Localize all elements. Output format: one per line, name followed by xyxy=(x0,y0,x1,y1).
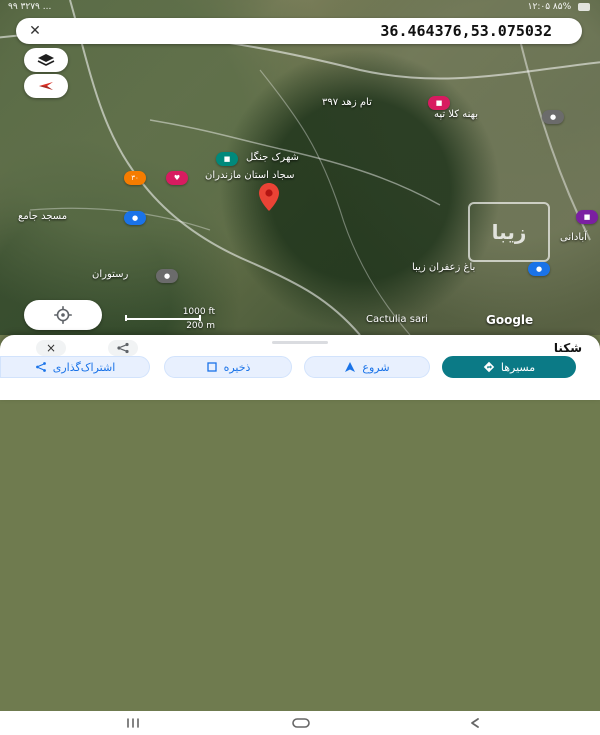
share-action-icon xyxy=(35,361,47,373)
save-pill[interactable]: ذخیره xyxy=(164,356,292,378)
scale-tick-left xyxy=(125,315,127,321)
poi-gray-2[interactable]: ● xyxy=(156,269,178,283)
close-icon[interactable]: ✕ xyxy=(26,22,44,40)
start-label: شروع xyxy=(362,360,390,374)
share-label: اشتراک‌گذاری xyxy=(52,360,116,374)
sheet-handle[interactable] xyxy=(272,341,328,344)
bottom-sheet[interactable]: × شکنا اشتراک‌گذاری xyxy=(0,335,600,735)
poi-pink-1[interactable]: ■ xyxy=(428,96,450,110)
scale-bottom-label: 200 m xyxy=(186,321,215,331)
place-label-7: آبادانی xyxy=(560,232,587,243)
place-label-1: تام زهد ۳۹۷ xyxy=(322,97,372,108)
compass-icon xyxy=(39,82,53,90)
dropped-pin-icon[interactable] xyxy=(258,182,280,212)
google-logo: Google xyxy=(486,313,534,327)
directions-pill[interactable]: مسیرها xyxy=(442,356,576,378)
action-row: اشتراک‌گذاری ذخیره شروع xyxy=(0,356,600,378)
home-icon xyxy=(292,718,310,728)
status-time-battery: ۱۲:۰۵ ۸۵% xyxy=(527,2,572,12)
layers-icon xyxy=(37,54,55,66)
back-button[interactable] xyxy=(462,715,488,731)
watermark: زیبا xyxy=(468,202,550,262)
directions-icon xyxy=(483,361,495,373)
poi-purple-1[interactable]: ■ xyxy=(576,210,598,224)
place-label-3: شهرک جنگل xyxy=(246,152,299,163)
scale-line xyxy=(125,318,201,320)
map-scale: 1000 ft 200 m xyxy=(125,307,215,331)
back-icon xyxy=(471,718,479,728)
place-label-5: مسجد جامع xyxy=(18,211,68,222)
status-left: ۹۹ ۳۲۷۹ ... xyxy=(8,2,52,12)
poi-gray-1[interactable]: ● xyxy=(542,110,564,124)
save-icon xyxy=(206,361,218,373)
system-navigation-bar xyxy=(0,711,600,735)
poi-teal-1[interactable]: ■ xyxy=(216,152,238,166)
place-label-9: Cactulia sari xyxy=(366,314,428,325)
my-location-icon xyxy=(54,306,72,324)
directions-label: مسیرها xyxy=(500,360,536,374)
compass-button[interactable] xyxy=(24,74,68,98)
my-location-button[interactable] xyxy=(24,300,102,330)
sheet-share-button[interactable] xyxy=(108,340,138,356)
search-bar[interactable]: ✕ 36.464376,53.075032 xyxy=(16,18,582,44)
coordinate-search-value: 36.464376,53.075032 xyxy=(380,22,552,40)
save-label: ذخیره xyxy=(223,360,251,374)
share-icon xyxy=(117,342,129,354)
map[interactable]: ۹۹ ۳۲۷۹ ... ۱۲:۰۵ ۸۵% ✕ 36.464376,53.075… xyxy=(0,0,600,335)
place-label-8: باغ زعفران زیبا xyxy=(412,262,476,273)
poi-orange-1[interactable]: ۳۰ xyxy=(124,171,146,185)
sheet-title: شکنا xyxy=(553,341,582,355)
home-button[interactable] xyxy=(288,715,314,731)
place-label-6: رستوران xyxy=(92,269,129,280)
recents-icon xyxy=(127,718,139,728)
navigation-arrow-icon xyxy=(344,361,356,373)
poi-blue-2[interactable]: ● xyxy=(528,262,550,276)
poi-pink-2[interactable]: ♥ xyxy=(166,171,188,185)
status-right: ۱۲:۰۵ ۸۵% xyxy=(528,2,590,12)
sheet-close-button[interactable]: × xyxy=(36,340,66,356)
place-label-2: بهنه کلا تپه xyxy=(434,109,479,120)
start-pill[interactable]: شروع xyxy=(304,356,430,378)
map-roads xyxy=(0,0,600,335)
battery-icon xyxy=(578,2,590,11)
poi-blue-1[interactable]: ● xyxy=(124,211,146,225)
place-label-4: سجاد استان مازندران xyxy=(205,170,295,181)
layers-button[interactable] xyxy=(24,48,68,72)
status-bar: ۹۹ ۳۲۷۹ ... ۱۲:۰۵ ۸۵% xyxy=(0,0,600,14)
recents-button[interactable] xyxy=(120,715,146,731)
share-pill[interactable]: اشتراک‌گذاری xyxy=(0,356,150,378)
